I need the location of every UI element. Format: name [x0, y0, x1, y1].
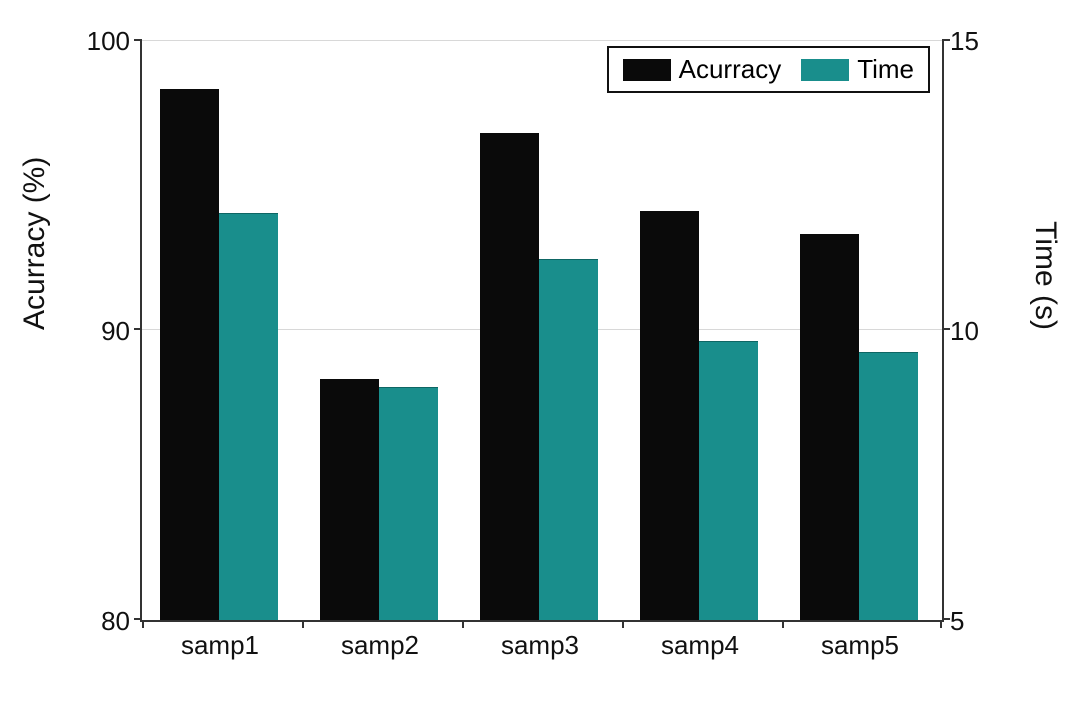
- y-right-axis-label: Time (s): [1028, 221, 1062, 330]
- y-left-tick-label: 80: [30, 606, 130, 637]
- x-tick-label: samp5: [821, 630, 899, 661]
- tick-mark: [942, 618, 950, 620]
- tick-mark: [462, 620, 464, 628]
- tick-mark: [782, 620, 784, 628]
- tick-mark: [940, 620, 942, 628]
- legend-label: Time: [857, 54, 914, 85]
- y-right-tick-label: 15: [950, 26, 1050, 57]
- tick-mark: [142, 620, 144, 628]
- x-tick-label: samp1: [181, 630, 259, 661]
- tick-mark: [942, 39, 950, 41]
- legend-item-accuracy: Acurracy: [623, 54, 782, 85]
- x-tick-label: samp3: [501, 630, 579, 661]
- bar-time: [379, 387, 438, 620]
- tick-mark: [134, 328, 142, 330]
- bar-accuracy: [160, 89, 219, 620]
- x-tick-label: samp2: [341, 630, 419, 661]
- bar-time: [539, 259, 598, 620]
- bar-time: [219, 213, 278, 620]
- tick-mark: [134, 618, 142, 620]
- legend: Acurracy Time: [607, 46, 930, 93]
- tick-mark: [134, 39, 142, 41]
- bar-accuracy: [480, 133, 539, 620]
- gridline: [142, 40, 942, 41]
- y-right-tick-label: 5: [950, 606, 1050, 637]
- y-left-axis-label: Acurracy (%): [18, 157, 52, 330]
- legend-swatch-icon: [801, 59, 849, 81]
- plot-area: [140, 40, 944, 622]
- bar-accuracy: [320, 379, 379, 620]
- bar-accuracy: [800, 234, 859, 620]
- legend-swatch-icon: [623, 59, 671, 81]
- tick-mark: [302, 620, 304, 628]
- tick-mark: [942, 328, 950, 330]
- legend-label: Acurracy: [679, 54, 782, 85]
- bar-time: [859, 352, 918, 620]
- tick-mark: [622, 620, 624, 628]
- legend-item-time: Time: [801, 54, 914, 85]
- y-left-tick-label: 100: [30, 26, 130, 57]
- chart-container: 100 90 80 15 10 5 samp1 samp2 samp3 samp…: [0, 0, 1080, 720]
- bar-accuracy: [640, 211, 699, 620]
- x-tick-label: samp4: [661, 630, 739, 661]
- bar-time: [699, 341, 758, 620]
